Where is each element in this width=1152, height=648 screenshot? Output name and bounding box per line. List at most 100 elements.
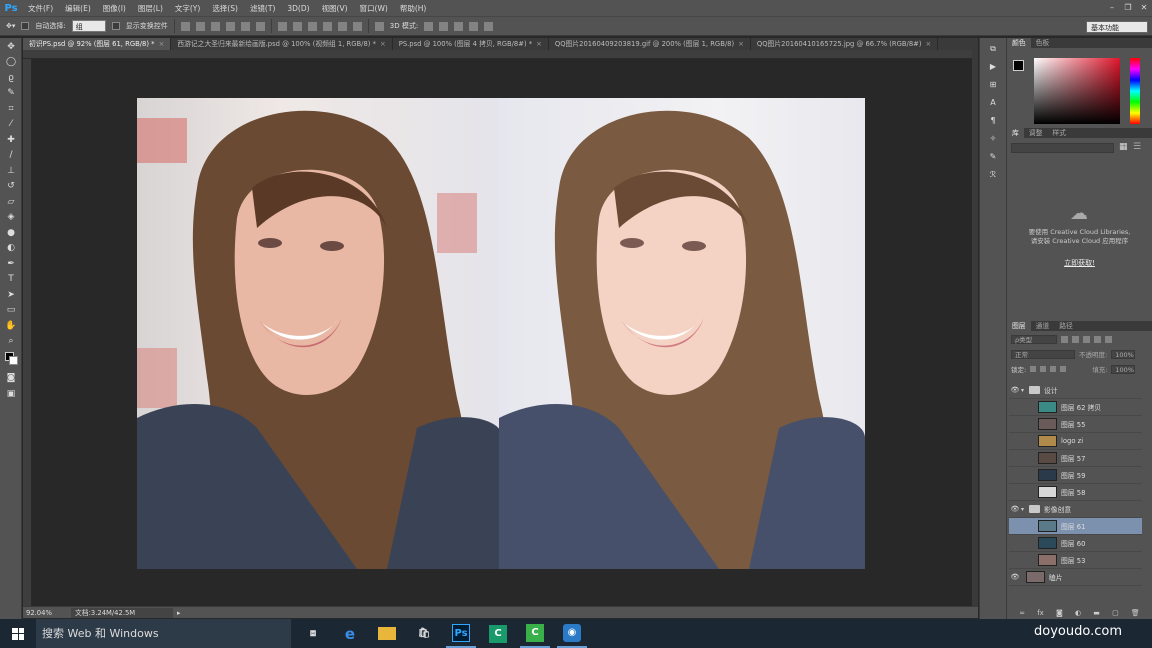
canvas-image[interactable] <box>137 98 869 569</box>
foreground-color-swatch[interactable] <box>1013 60 1024 71</box>
layer-row[interactable]: 图层 59 <box>1009 467 1142 484</box>
layer-row[interactable]: 图层 58 <box>1009 484 1142 501</box>
expand-arrow-icon[interactable]: ▾ <box>1021 506 1029 513</box>
lock-pixels-icon[interactable] <box>1030 366 1037 372</box>
layer-mask-icon[interactable]: ◙ <box>1056 609 1063 617</box>
store-button[interactable]: 🛍 <box>409 619 439 648</box>
glyphs-icon[interactable]: ℛ <box>986 168 1000 182</box>
filter-type-icon[interactable] <box>1083 336 1090 343</box>
lock-all-icon[interactable] <box>1060 366 1067 372</box>
menu-filter[interactable]: 滤镜(T) <box>244 3 281 14</box>
expand-arrow-icon[interactable]: ▾ <box>1021 387 1029 394</box>
layer-style-icon[interactable]: fx <box>1037 609 1044 617</box>
tab-styles[interactable]: 样式 <box>1047 128 1071 138</box>
fill-input[interactable]: 100% <box>1111 364 1136 374</box>
marquee-tool-icon[interactable]: ◯ <box>4 55 18 69</box>
explorer-button[interactable] <box>372 619 402 648</box>
actions-icon[interactable]: ▶ <box>986 60 1000 74</box>
pen-tool-icon[interactable]: ✒ <box>4 257 18 271</box>
tab-channels[interactable]: 通道 <box>1031 321 1055 331</box>
taskbar-search-input[interactable]: 搜索 Web 和 Windows <box>36 619 291 648</box>
brush-tool-icon[interactable]: ∕ <box>4 148 18 162</box>
workspace-dropdown[interactable]: 基本功能 <box>1086 21 1148 33</box>
eyedropper-tool-icon[interactable]: ⁄ <box>4 117 18 131</box>
screen-mode-icon[interactable]: ▣ <box>4 387 18 401</box>
zoom-tool-icon[interactable]: ⌕ <box>4 334 18 348</box>
restore-button[interactable]: ❐ <box>1120 0 1136 16</box>
align-right-icon[interactable] <box>255 21 265 31</box>
zoom-level[interactable]: 92.04% <box>23 609 52 617</box>
kind-filter-dropdown[interactable]: ρ类型 <box>1011 335 1057 344</box>
3d-rotate-icon[interactable] <box>424 21 434 31</box>
path-select-tool-icon[interactable]: ➤ <box>4 288 18 302</box>
history-icon[interactable]: ⧉ <box>986 42 1000 56</box>
dodge-tool-icon[interactable]: ◐ <box>4 241 18 255</box>
move-tool-icon[interactable]: ✥▾ <box>6 22 15 30</box>
color-swatches-icon[interactable] <box>4 350 18 370</box>
menu-type[interactable]: 文字(Y) <box>169 3 206 14</box>
photoshop-button[interactable]: Ps <box>446 619 476 648</box>
hand-tool-icon[interactable]: ✋ <box>4 319 18 333</box>
layer-row[interactable]: 图层 60 <box>1009 535 1142 552</box>
filter-shape-icon[interactable] <box>1094 336 1101 343</box>
eye-icon[interactable]: 👁 <box>1009 386 1021 394</box>
close-icon[interactable]: × <box>380 38 386 50</box>
quick-select-tool-icon[interactable]: ✎ <box>4 86 18 100</box>
paragraph-icon[interactable]: ¶ <box>986 114 1000 128</box>
move-tool-icon[interactable]: ✥ <box>4 40 18 54</box>
layer-row[interactable]: 图层 53 <box>1009 552 1142 569</box>
menu-layer[interactable]: 图层(L) <box>132 3 169 14</box>
layer-row[interactable]: logo zi <box>1009 433 1142 450</box>
3d-scale-icon[interactable] <box>484 21 494 31</box>
history-brush-tool-icon[interactable]: ↺ <box>4 179 18 193</box>
tab-document[interactable]: 西游记之大圣归来最新绘画版.psd @ 100% (视频组 1, RGB/8) … <box>171 38 393 50</box>
tab-document[interactable]: QQ图片20160410165725.jpg @ 66.7% (RGB/8#) × <box>751 38 939 50</box>
menu-file[interactable]: 文件(F) <box>22 3 59 14</box>
task-view-button[interactable]: ⧈ <box>298 619 328 648</box>
document-info[interactable]: 文档:3.24M/42.5M <box>71 607 173 618</box>
close-icon[interactable]: × <box>159 38 165 50</box>
color-picker-field[interactable] <box>1034 58 1120 124</box>
tab-document[interactable]: 初识PS.psd @ 92% (图层 61, RGB/8) * × <box>23 38 172 50</box>
library-dropdown[interactable] <box>1011 143 1114 153</box>
filter-smart-icon[interactable] <box>1105 336 1112 343</box>
eye-icon[interactable]: 👁 <box>1009 505 1021 513</box>
menu-help[interactable]: 帮助(H) <box>394 3 433 14</box>
distribute-right-icon[interactable] <box>352 21 362 31</box>
camtasia-button[interactable]: C <box>483 619 513 648</box>
tab-color[interactable]: 颜色 <box>1007 38 1031 48</box>
align-hcenter-icon[interactable] <box>240 21 250 31</box>
tool-presets-icon[interactable]: ✧ <box>986 132 1000 146</box>
minimize-button[interactable]: – <box>1104 0 1120 16</box>
character-icon[interactable]: A <box>986 96 1000 110</box>
align-left-icon[interactable] <box>225 21 235 31</box>
tab-document[interactable]: QQ图片20160409203819.gif @ 200% (图层 1, RGB… <box>549 38 751 50</box>
quick-mask-icon[interactable]: ◙ <box>4 371 18 385</box>
menu-3d[interactable]: 3D(D) <box>281 4 315 13</box>
auto-select-checkbox[interactable] <box>21 22 30 30</box>
close-icon[interactable]: × <box>536 38 542 50</box>
tab-paths[interactable]: 路径 <box>1054 321 1078 331</box>
opacity-input[interactable]: 100% <box>1111 349 1136 359</box>
start-button[interactable] <box>0 619 36 648</box>
edge-button[interactable]: e <box>335 619 365 648</box>
tab-document[interactable]: PS.psd @ 100% (图层 4 拷贝, RGB/8#) * × <box>393 38 549 50</box>
paint-bucket-tool-icon[interactable]: ◈ <box>4 210 18 224</box>
tab-swatches[interactable]: 色板 <box>1031 38 1055 48</box>
delete-layer-icon[interactable]: 🗑 <box>1131 609 1140 617</box>
clone-stamp-tool-icon[interactable]: ⊥ <box>4 164 18 178</box>
link-layers-icon[interactable]: ∞ <box>1019 609 1025 617</box>
layer-group-row[interactable]: 👁 ▾ 设计 <box>1009 382 1142 399</box>
align-bottom-icon[interactable] <box>210 21 220 31</box>
distribute-bottom-icon[interactable] <box>307 21 317 31</box>
show-transform-checkbox[interactable] <box>111 22 120 30</box>
adjustment-layer-icon[interactable]: ◐ <box>1075 609 1081 617</box>
distribute-vcenter-icon[interactable] <box>292 21 302 31</box>
auto-select-dropdown[interactable]: 组 <box>71 20 106 32</box>
auto-align-icon[interactable] <box>374 21 384 31</box>
menu-select[interactable]: 选择(S) <box>206 3 244 14</box>
ruler-horizontal[interactable] <box>23 50 978 59</box>
layer-row[interactable]: 👁 瞌片 <box>1009 569 1142 586</box>
grid-view-icon[interactable]: ▦ <box>1119 142 1128 152</box>
filter-adjust-icon[interactable] <box>1072 336 1079 343</box>
